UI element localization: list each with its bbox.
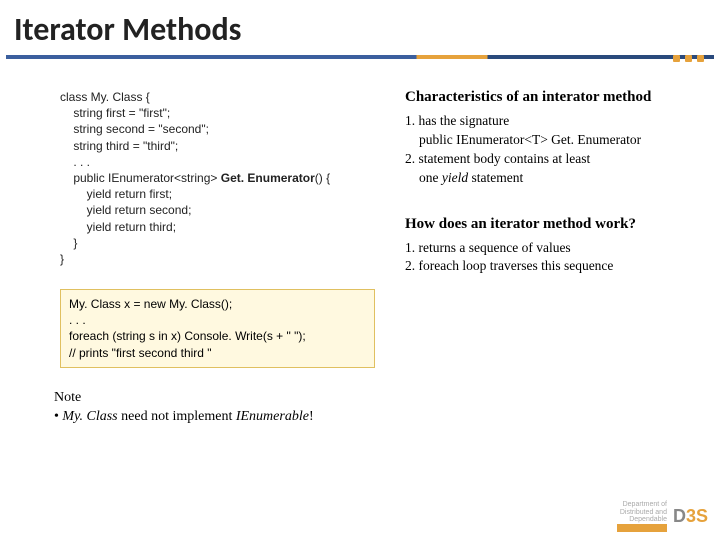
code-line: yield return third;	[60, 220, 176, 234]
list-item-indent: public IEnumerator<T> Get. Enumerator	[405, 131, 690, 150]
code-line: string third = "third";	[60, 139, 178, 153]
how-heading: How does an iterator method work?	[405, 216, 690, 233]
code-bold: Get. Enumerator	[221, 171, 315, 185]
characteristics-heading: Characteristics of an interator method	[405, 89, 690, 106]
corner-dots	[673, 55, 704, 62]
code-line: yield return first;	[60, 187, 172, 201]
code-line: string first = "first";	[60, 106, 170, 120]
list-item: 1. returns a sequence of values	[405, 239, 690, 258]
right-column: Characteristics of an interator method 1…	[405, 89, 690, 368]
left-column: class My. Class { string first = "first"…	[60, 89, 375, 368]
code-line: string second = "second";	[60, 122, 209, 136]
code-line: // prints "first second third "	[69, 346, 212, 360]
list-item-indent: one yield statement	[405, 169, 690, 188]
code-line: . . .	[60, 155, 90, 169]
note-section: Note • My. Class need not implement IEnu…	[54, 388, 720, 427]
d3s-logo-icon: D3S	[673, 506, 708, 527]
list-item: 2. statement body contains at least	[405, 150, 690, 169]
code-line: }	[60, 252, 64, 266]
how-list: 1. returns a sequence of values 2. forea…	[405, 239, 690, 277]
code-block-class: class My. Class { string first = "first"…	[60, 89, 375, 267]
code-line: . . .	[69, 313, 86, 327]
content-area: class My. Class { string first = "first"…	[0, 59, 720, 368]
footer-dept-text: Department of Distributed and Dependable	[617, 501, 667, 532]
slide-title: Iterator Methods	[0, 0, 720, 55]
note-label: Note	[54, 388, 720, 408]
note-bullet: • My. Class need not implement IEnumerab…	[54, 407, 720, 427]
list-item: 2. foreach loop traverses this sequence	[405, 257, 690, 276]
code-block-usage: My. Class x = new My. Class(); . . . for…	[60, 289, 375, 368]
footer-logo: Department of Distributed and Dependable…	[617, 501, 708, 532]
code-line: public IEnumerator<string>	[60, 171, 221, 185]
code-line: foreach (string s in x) Console. Write(s…	[69, 329, 306, 343]
footer-orange-tab	[617, 524, 667, 532]
code-line: My. Class x = new My. Class();	[69, 297, 232, 311]
characteristics-list: 1. has the signature public IEnumerator<…	[405, 112, 690, 188]
code-line: () {	[315, 171, 330, 185]
code-line: yield return second;	[60, 203, 191, 217]
list-item: 1. has the signature	[405, 112, 690, 131]
code-line: class My. Class {	[60, 90, 150, 104]
code-line: }	[60, 236, 77, 250]
